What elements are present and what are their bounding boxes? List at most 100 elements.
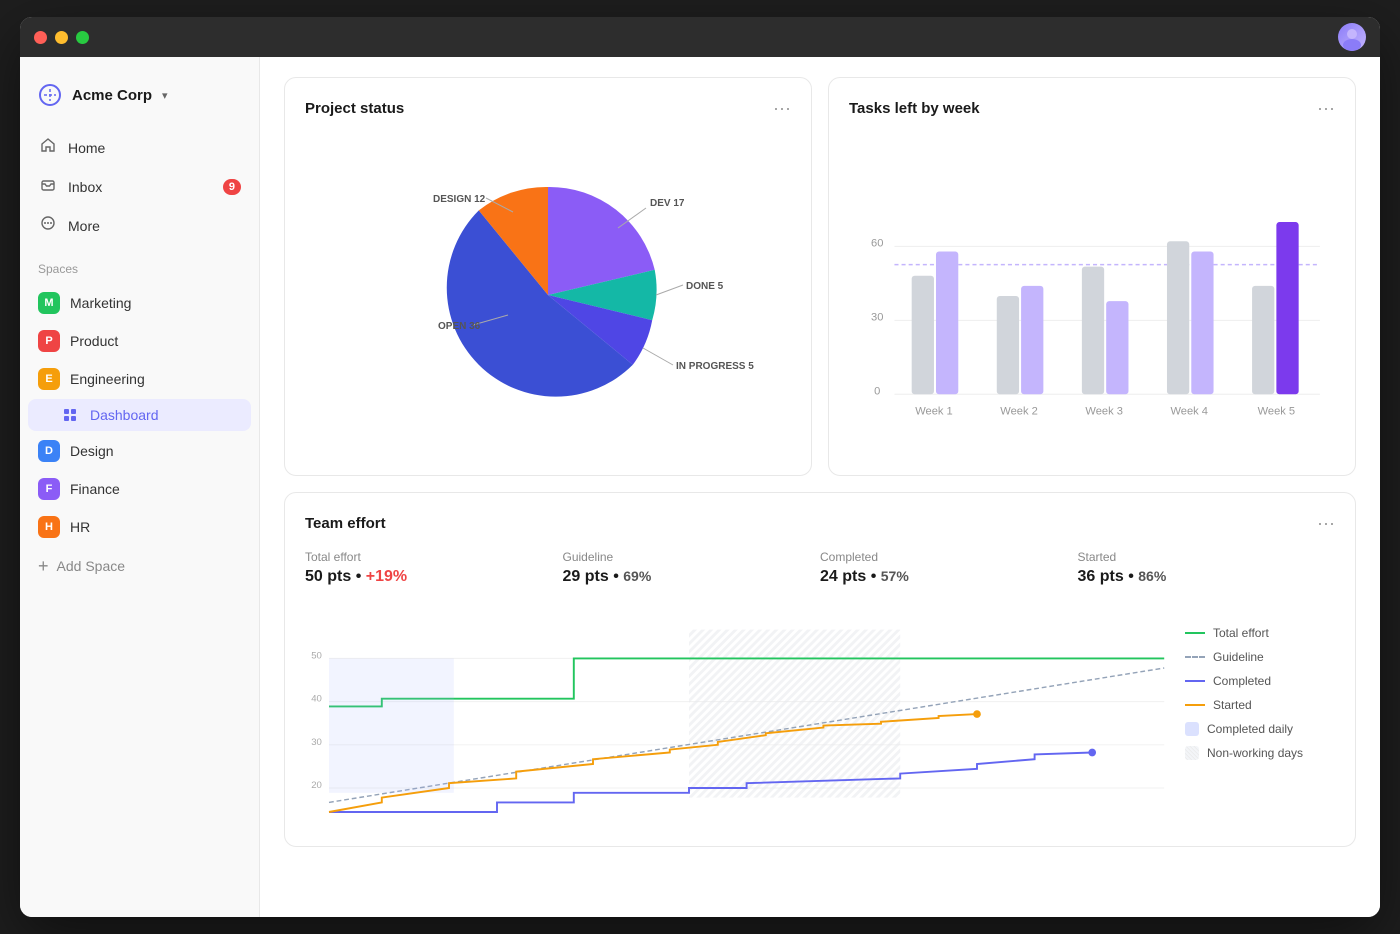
legend-completed-daily-box [1185, 722, 1199, 736]
guideline-pts: 29 pts [563, 568, 609, 585]
pie-label-design: DESIGN 12 [433, 194, 486, 205]
sidebar-item-more[interactable]: More [28, 207, 251, 244]
stat-guideline: Guideline 29 pts • 69% [563, 550, 821, 586]
avatar[interactable] [1338, 23, 1366, 51]
pie-chart-container: DEV 17 DONE 5 IN PROGRESS 5 [305, 135, 791, 455]
sidebar: Acme Corp ▾ Home Inbox 9 [20, 57, 260, 917]
sidebar-item-engineering[interactable]: E Engineering [28, 361, 251, 397]
line-chart: 20 30 40 50 [305, 606, 1169, 826]
stat-completed-label: Completed [820, 550, 1058, 564]
lc-y-50: 50 [311, 650, 322, 661]
sidebar-item-more-label: More [68, 218, 100, 234]
brand-icon [36, 81, 64, 109]
completed-dot [1088, 749, 1096, 757]
top-charts-grid: Project status ··· [284, 77, 1356, 476]
sidebar-item-marketing[interactable]: M Marketing [28, 285, 251, 321]
completed-daily-area [329, 658, 454, 792]
sidebar-item-dashboard[interactable]: Dashboard [28, 399, 251, 431]
sidebar-nav: Home Inbox 9 More [20, 129, 259, 246]
project-status-menu[interactable]: ··· [773, 98, 791, 119]
finance-avatar: F [38, 478, 60, 500]
sidebar-item-design-label: Design [70, 443, 114, 459]
bar-w2-1 [997, 296, 1019, 394]
minimize-button[interactable] [55, 31, 68, 44]
titlebar-right [1338, 23, 1366, 51]
stat-guideline-label: Guideline [563, 550, 801, 564]
legend-started-line [1185, 704, 1205, 706]
pie-chart: DEV 17 DONE 5 IN PROGRESS 5 [378, 150, 718, 440]
dashboard-icon [60, 405, 80, 425]
stat-total-effort-label: Total effort [305, 550, 543, 564]
traffic-lights [34, 31, 89, 44]
started-dot: • [1128, 568, 1138, 585]
legend-total-effort: Total effort [1185, 626, 1335, 640]
app-window: Acme Corp ▾ Home Inbox 9 [20, 17, 1380, 917]
team-effort-card: Team effort ··· Total effort 50 pts • +1… [284, 492, 1356, 847]
total-effort-dot: • [356, 568, 366, 585]
project-status-header: Project status ··· [305, 98, 791, 119]
pie-label-dev: DEV 17 [650, 198, 685, 209]
sidebar-item-finance-label: Finance [70, 481, 120, 497]
project-status-title: Project status [305, 100, 404, 117]
stat-total-effort: Total effort 50 pts • +19% [305, 550, 563, 586]
sidebar-item-product[interactable]: P Product [28, 323, 251, 359]
legend-non-working-box [1185, 746, 1199, 760]
stat-completed-value: 24 pts • 57% [820, 568, 1058, 586]
line-legend: Total effort Guideline Completed St [1185, 606, 1335, 826]
lc-y-40: 40 [311, 694, 322, 705]
sidebar-item-hr-label: HR [70, 519, 90, 535]
legend-guideline-line [1185, 656, 1205, 658]
legend-completed-daily-label: Completed daily [1207, 722, 1293, 736]
sidebar-item-marketing-label: Marketing [70, 295, 131, 311]
stat-started-value: 36 pts • 86% [1078, 568, 1316, 586]
guideline-pct: 69% [623, 568, 651, 584]
sidebar-item-finance[interactable]: F Finance [28, 471, 251, 507]
legend-non-working: Non-working days [1185, 746, 1335, 760]
team-effort-menu[interactable]: ··· [1317, 513, 1335, 534]
y-label-30: 30 [871, 311, 883, 323]
legend-completed-daily: Completed daily [1185, 722, 1335, 736]
pie-label-inprogress: IN PROGRESS 5 [676, 361, 754, 372]
legend-total-effort-label: Total effort [1213, 626, 1269, 640]
add-space-button[interactable]: + Add Space [20, 550, 259, 582]
product-avatar: P [38, 330, 60, 352]
sidebar-item-home[interactable]: Home [28, 129, 251, 166]
total-effort-pct: +19% [366, 568, 407, 585]
stat-guideline-value: 29 pts • 69% [563, 568, 801, 586]
close-button[interactable] [34, 31, 47, 44]
started-dot [973, 710, 981, 718]
app-body: Acme Corp ▾ Home Inbox 9 [20, 57, 1380, 917]
bar-chart-container: 0 30 60 [849, 135, 1335, 455]
add-space-label: Add Space [57, 558, 126, 574]
line-chart-container: 20 30 40 50 [305, 606, 1169, 826]
y-label-0: 0 [874, 385, 880, 397]
completed-pct: 57% [881, 568, 909, 584]
x-label-week4: Week 4 [1170, 406, 1208, 418]
titlebar [20, 17, 1380, 57]
sidebar-item-hr[interactable]: H HR [28, 509, 251, 545]
sidebar-brand[interactable]: Acme Corp ▾ [20, 73, 259, 129]
project-status-card: Project status ··· [284, 77, 812, 476]
bar-w5-2 [1276, 222, 1298, 394]
lc-y-30: 30 [311, 737, 322, 748]
tasks-by-week-menu[interactable]: ··· [1317, 98, 1335, 119]
inbox-icon [38, 176, 58, 197]
bar-w5-1 [1252, 286, 1274, 394]
stat-started-label: Started [1078, 550, 1316, 564]
sidebar-item-home-label: Home [68, 140, 105, 156]
sidebar-item-inbox[interactable]: Inbox 9 [28, 168, 251, 205]
legend-guideline-label: Guideline [1213, 650, 1264, 664]
effort-stats: Total effort 50 pts • +19% Guideline 29 … [305, 550, 1335, 586]
started-pct: 86% [1138, 568, 1166, 584]
brand-name: Acme Corp [72, 87, 152, 104]
sidebar-item-dashboard-label: Dashboard [90, 407, 159, 423]
fullscreen-button[interactable] [76, 31, 89, 44]
lc-y-20: 20 [311, 780, 322, 791]
legend-completed-label: Completed [1213, 674, 1271, 688]
y-label-60: 60 [871, 237, 883, 249]
sidebar-item-design[interactable]: D Design [28, 433, 251, 469]
team-effort-title: Team effort [305, 515, 386, 532]
sidebar-item-product-label: Product [70, 333, 118, 349]
brand-chevron-icon: ▾ [162, 89, 168, 102]
tasks-by-week-header: Tasks left by week ··· [849, 98, 1335, 119]
